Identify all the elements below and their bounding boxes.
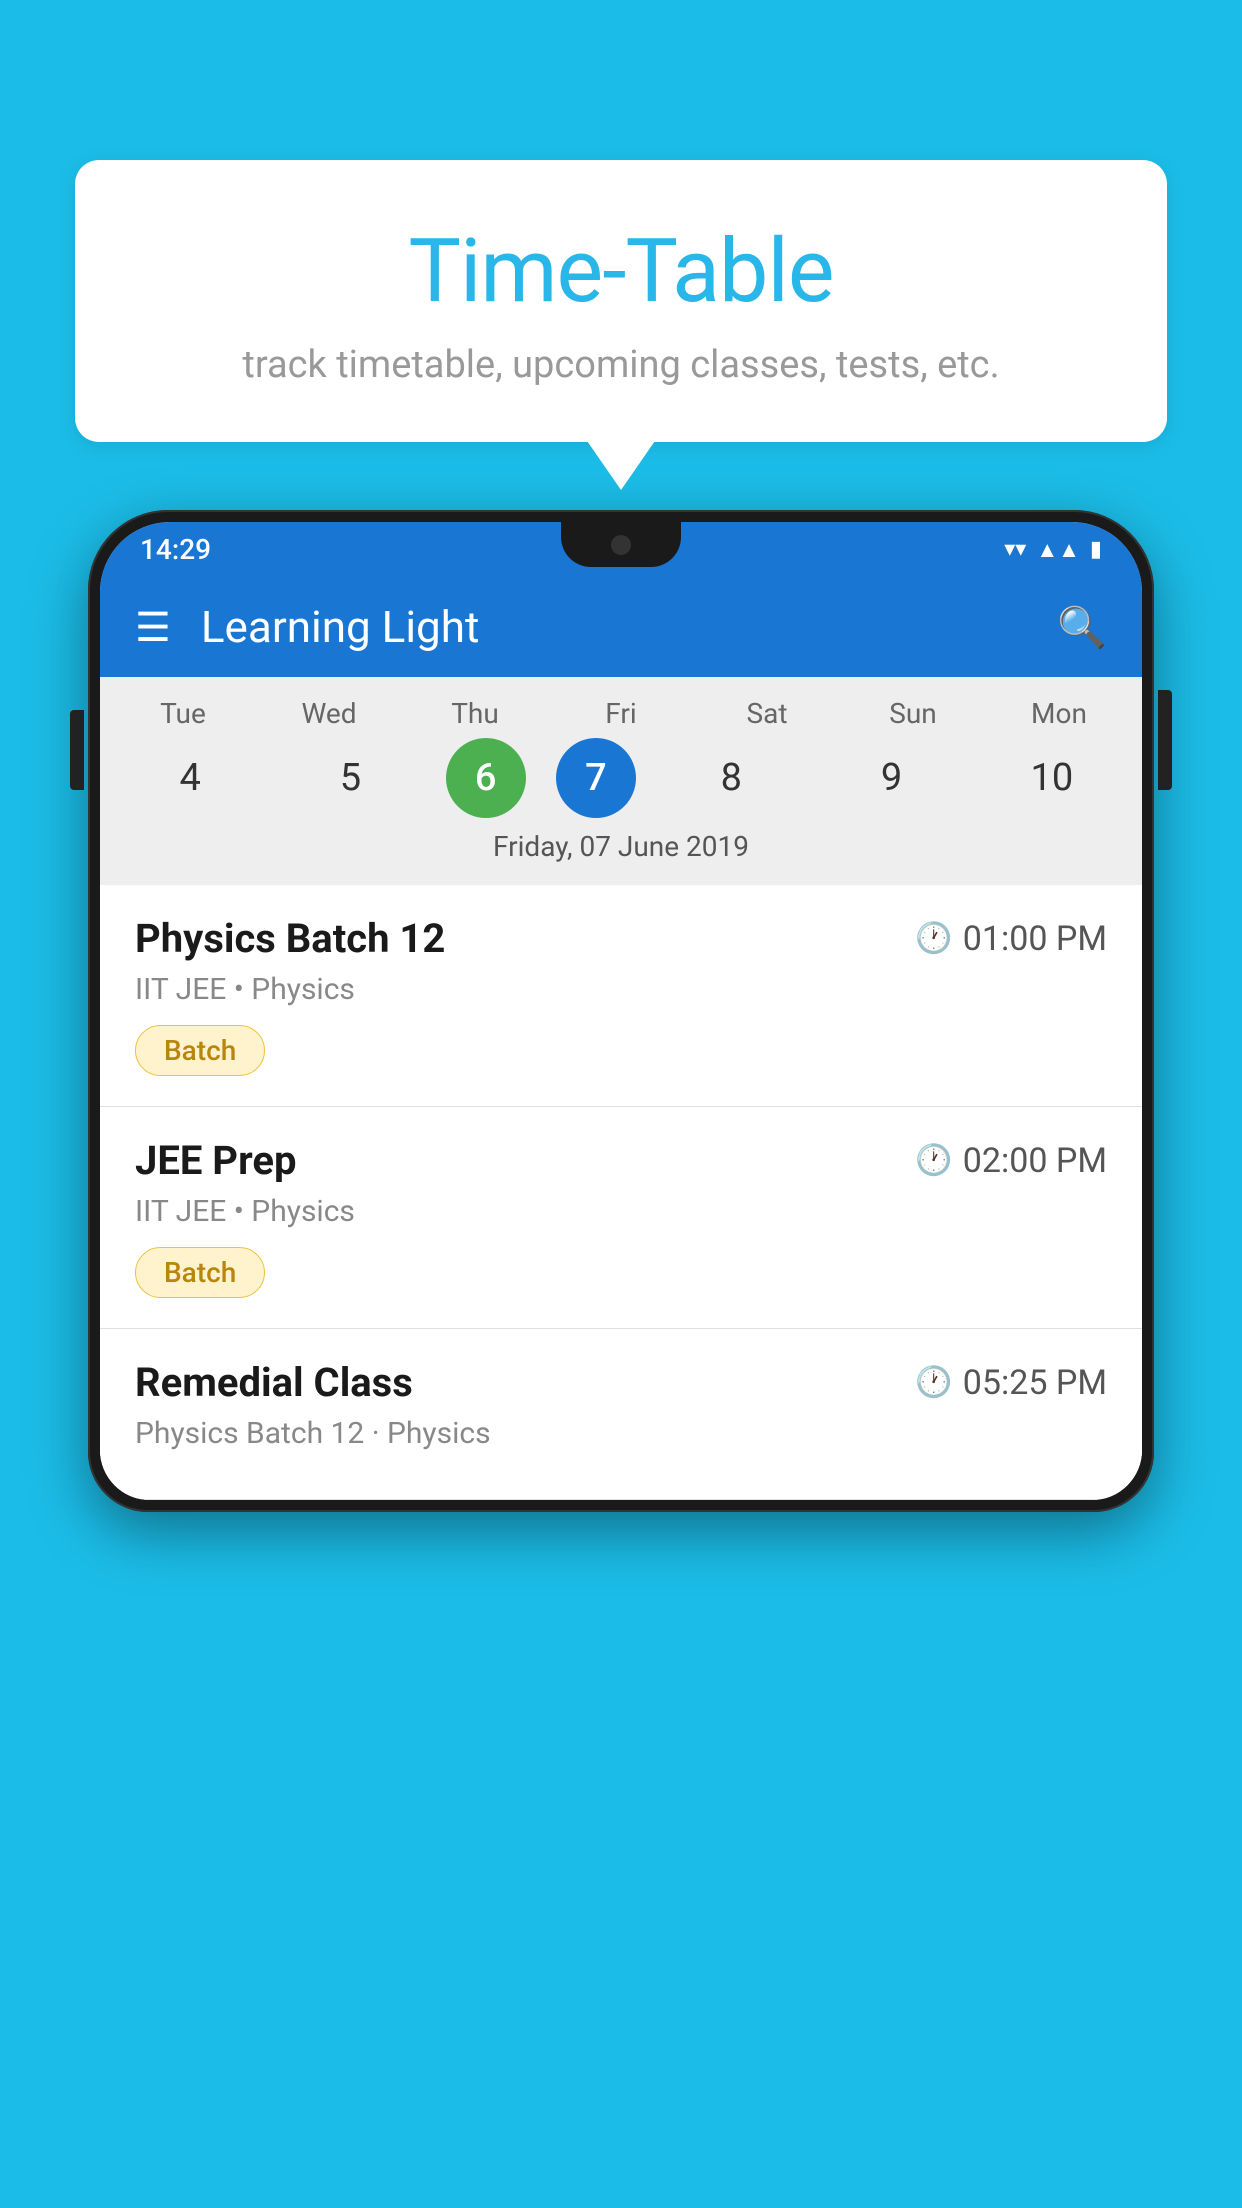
schedule-item-2-header: JEE Prep 🕐 02:00 PM xyxy=(135,1137,1107,1184)
selected-date-label: Friday, 07 June 2019 xyxy=(110,830,1132,875)
day-header-sun: Sun xyxy=(848,697,978,730)
day-header-wed: Wed xyxy=(264,697,394,730)
schedule-item-1-header: Physics Batch 12 🕐 01:00 PM xyxy=(135,915,1107,962)
day-8[interactable]: 8 xyxy=(666,738,796,818)
schedule-item-3-title: Remedial Class xyxy=(135,1359,413,1406)
batch-badge-2: Batch xyxy=(135,1247,265,1298)
calendar-strip: Tue Wed Thu Fri Sat Sun Mon 4 5 6 7 8 9 … xyxy=(100,677,1142,885)
schedule-item-2-subtitle: IIT JEE • Physics xyxy=(135,1194,1107,1229)
status-time: 14:29 xyxy=(140,533,211,566)
day-header-mon: Mon xyxy=(994,697,1124,730)
day-6-today[interactable]: 6 xyxy=(446,738,526,818)
schedule-item-2-time: 🕐 02:00 PM xyxy=(915,1141,1107,1181)
phone-screen: 14:29 ▾▾ ▲▲ ▮ ☰ Learning Light 🔍 Tu xyxy=(100,522,1142,1500)
hamburger-icon[interactable]: ☰ xyxy=(135,604,171,651)
day-9[interactable]: 9 xyxy=(827,738,957,818)
day-headers: Tue Wed Thu Fri Sat Sun Mon xyxy=(110,697,1132,730)
notch xyxy=(561,522,681,567)
day-4[interactable]: 4 xyxy=(125,738,255,818)
bubble-title: Time-Table xyxy=(115,220,1127,323)
day-header-thu: Thu xyxy=(410,697,540,730)
bubble-subtitle: track timetable, upcoming classes, tests… xyxy=(115,343,1127,387)
signal-icon: ▲▲ xyxy=(1036,537,1080,563)
clock-icon-3: 🕐 xyxy=(915,1365,952,1400)
schedule-item-3[interactable]: Remedial Class 🕐 05:25 PM Physics Batch … xyxy=(100,1329,1142,1500)
schedule-item-2-title: JEE Prep xyxy=(135,1137,296,1184)
schedule-item-1-title: Physics Batch 12 xyxy=(135,915,445,962)
speech-bubble: Time-Table track timetable, upcoming cla… xyxy=(75,160,1167,442)
phone-wrapper: 14:29 ▾▾ ▲▲ ▮ ☰ Learning Light 🔍 Tu xyxy=(88,510,1154,2208)
day-10[interactable]: 10 xyxy=(987,738,1117,818)
batch-badge-1: Batch xyxy=(135,1025,265,1076)
clock-icon-1: 🕐 xyxy=(915,921,952,956)
day-numbers: 4 5 6 7 8 9 10 xyxy=(110,738,1132,818)
app-title: Learning Light xyxy=(201,601,1057,653)
schedule-item-3-time: 🕐 05:25 PM xyxy=(915,1363,1107,1403)
app-bar: ☰ Learning Light 🔍 xyxy=(100,577,1142,677)
status-bar: 14:29 ▾▾ ▲▲ ▮ xyxy=(100,522,1142,577)
day-5[interactable]: 5 xyxy=(285,738,415,818)
day-header-fri: Fri xyxy=(556,697,686,730)
schedule-item-1[interactable]: Physics Batch 12 🕐 01:00 PM IIT JEE • Ph… xyxy=(100,885,1142,1107)
speech-bubble-container: Time-Table track timetable, upcoming cla… xyxy=(75,160,1167,442)
side-button-right xyxy=(1158,690,1172,790)
schedule-item-3-subtitle: Physics Batch 12 · Physics xyxy=(135,1416,1107,1451)
side-button-left xyxy=(70,710,84,790)
schedule-item-2[interactable]: JEE Prep 🕐 02:00 PM IIT JEE • Physics Ba… xyxy=(100,1107,1142,1329)
phone-outer: 14:29 ▾▾ ▲▲ ▮ ☰ Learning Light 🔍 Tu xyxy=(88,510,1154,1512)
schedule-item-1-time: 🕐 01:00 PM xyxy=(915,919,1107,959)
search-icon[interactable]: 🔍 xyxy=(1057,604,1107,651)
battery-icon: ▮ xyxy=(1090,537,1102,562)
day-7-selected[interactable]: 7 xyxy=(556,738,636,818)
clock-icon-2: 🕐 xyxy=(915,1143,952,1178)
camera-dot xyxy=(611,535,631,555)
schedule-item-1-subtitle: IIT JEE • Physics xyxy=(135,972,1107,1007)
schedule-list: Physics Batch 12 🕐 01:00 PM IIT JEE • Ph… xyxy=(100,885,1142,1500)
day-header-tue: Tue xyxy=(118,697,248,730)
schedule-item-3-header: Remedial Class 🕐 05:25 PM xyxy=(135,1359,1107,1406)
day-header-sat: Sat xyxy=(702,697,832,730)
wifi-icon: ▾▾ xyxy=(1004,537,1026,562)
status-icons: ▾▾ ▲▲ ▮ xyxy=(1004,537,1102,563)
